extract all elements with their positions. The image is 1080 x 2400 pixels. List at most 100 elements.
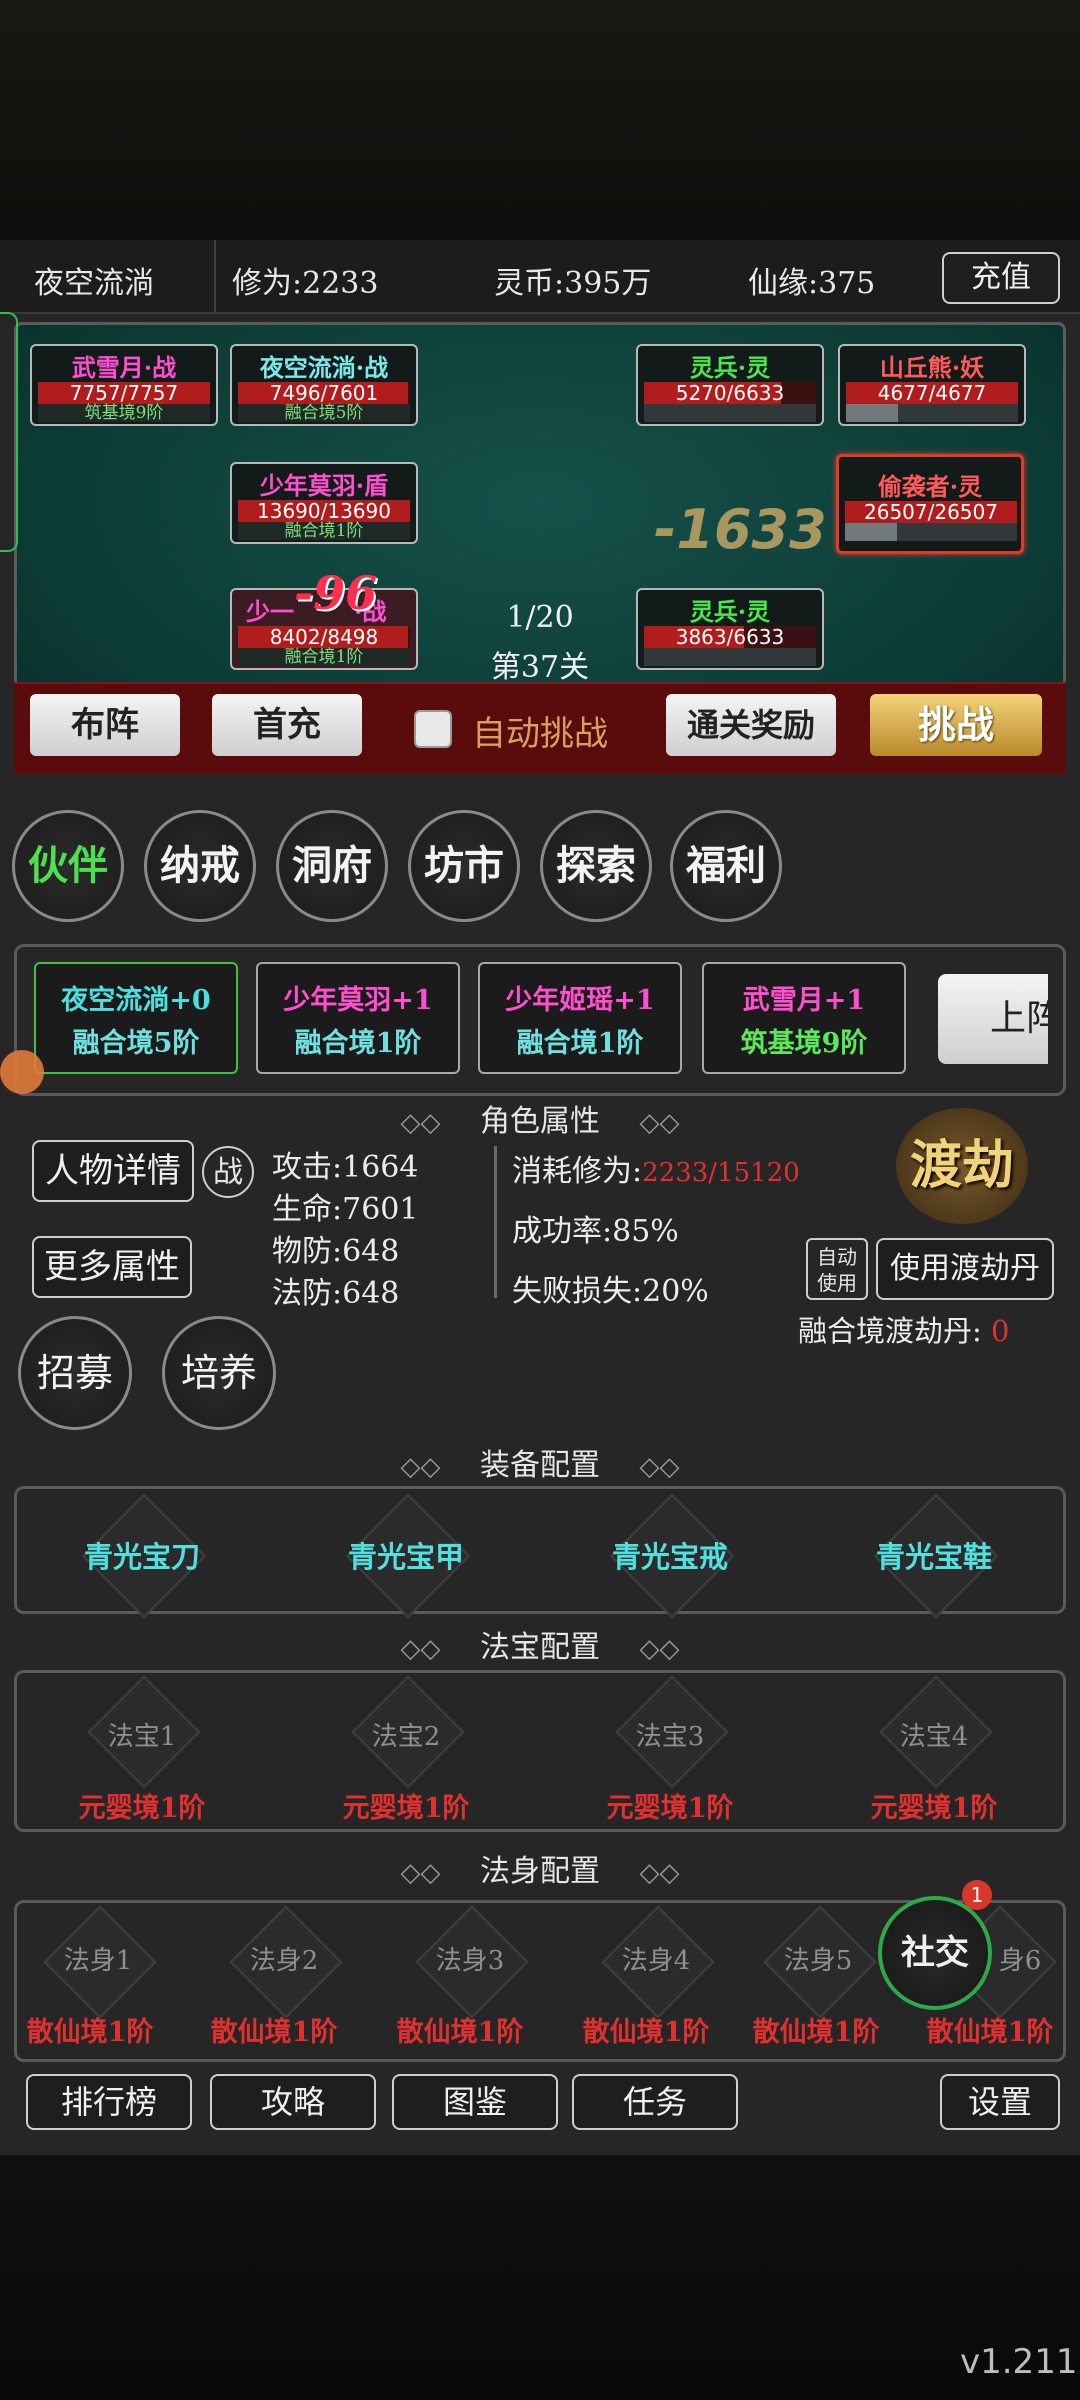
ranking-button[interactable]: 排行榜: [26, 2074, 192, 2130]
equip-name: 青光宝刀: [83, 1540, 200, 1574]
more-attributes-button[interactable]: 更多属性: [32, 1236, 192, 1298]
body-name: 法身5: [783, 1946, 853, 1976]
enemy-unit[interactable]: 山丘熊·妖 4677/4677: [838, 344, 1026, 426]
challenge-button[interactable]: 挑战: [870, 694, 1042, 756]
auto-use-toggle[interactable]: 自动使用: [806, 1238, 868, 1300]
unit-name: 山丘熊·妖: [879, 353, 985, 382]
task-button[interactable]: 任务: [572, 2074, 738, 2130]
team-card[interactable]: 少年莫羽+1 融合境1阶: [256, 962, 460, 1074]
first-charge-button[interactable]: 首充: [212, 694, 362, 756]
unit-realm: 融合境1阶: [238, 522, 410, 540]
attack-stat: 攻击:1664: [272, 1150, 419, 1185]
recruit-button[interactable]: 招募: [18, 1316, 132, 1430]
team-member-name: 少年姬瑶+1: [505, 985, 655, 1016]
hp-text: 26507/26507: [864, 500, 998, 524]
ally-unit[interactable]: 少年莫羽·盾 13690/13690 融合境1阶: [230, 462, 418, 544]
ally-unit[interactable]: 武雪月·战 7757/7757 筑基境9阶: [30, 344, 218, 426]
nav-cave[interactable]: 洞府: [276, 810, 388, 922]
hp-text: 7757/7757: [69, 381, 179, 405]
hp-bar: 26507/26507: [845, 501, 1017, 523]
hp-bar: 13690/13690: [238, 500, 410, 522]
unit-realm: 融合境1阶: [238, 648, 410, 666]
divider: [214, 240, 216, 312]
enemy-unit[interactable]: 灵兵·灵 5270/6633: [636, 344, 824, 426]
ornament-icon: ◇◇: [639, 1452, 680, 1482]
bottom-background: [0, 2155, 1080, 2400]
mp-bar: [644, 404, 816, 422]
ornament-icon: ◇◇: [400, 1634, 441, 1664]
fail-loss: 失败损失:20%: [512, 1274, 709, 1309]
settings-button[interactable]: 设置: [940, 2074, 1060, 2130]
character-detail-button[interactable]: 人物详情: [32, 1140, 194, 1202]
body-realm: 散仙境1阶: [582, 2017, 710, 2048]
damage-number: -96: [294, 566, 378, 620]
nav-welfare[interactable]: 福利: [670, 810, 782, 922]
formation-button[interactable]: 布阵: [30, 694, 180, 756]
section-title: 角色属性: [480, 1104, 600, 1139]
enemy-unit-targeted[interactable]: 偷袭者·灵 26507/26507: [836, 454, 1024, 554]
unit-realm: 筑基境9阶: [38, 404, 210, 422]
team-member-name: 武雪月+1: [742, 985, 866, 1016]
team-member-realm: 融合境1阶: [516, 1028, 644, 1059]
nav-explore[interactable]: 探索: [540, 810, 652, 922]
top-background: [0, 0, 1080, 240]
hp-bar: 7757/7757: [38, 382, 210, 404]
floating-orb-icon[interactable]: [0, 1050, 44, 1094]
ornament-icon: ◇◇: [639, 1108, 680, 1138]
side-tab[interactable]: [0, 312, 18, 552]
section-header-equipment: ◇◇ 装备配置 ◇◇: [0, 1440, 1080, 1484]
body-name: 法身1: [63, 1946, 133, 1976]
ornament-icon: ◇◇: [400, 1858, 441, 1888]
auto-challenge-label: 自动挑战: [472, 714, 608, 754]
train-button[interactable]: 培养: [162, 1316, 276, 1430]
unit-name: 偷袭者·灵: [877, 472, 983, 501]
nav-market[interactable]: 坊市: [408, 810, 520, 922]
clear-reward-button[interactable]: 通关奖励: [666, 694, 836, 756]
tribulation-icon[interactable]: 渡劫: [896, 1108, 1028, 1224]
nav-ring[interactable]: 纳戒: [144, 810, 256, 922]
recharge-button[interactable]: 充值: [942, 252, 1060, 304]
social-button[interactable]: 社交: [878, 1896, 992, 2010]
deploy-button[interactable]: 上阵: [938, 974, 1048, 1064]
team-card[interactable]: 武雪月+1 筑基境9阶: [702, 962, 906, 1074]
wave-counter: 1/20: [506, 600, 574, 635]
cost-row: 消耗修为:2233/15120: [512, 1146, 800, 1190]
pdef-stat: 物防:648: [272, 1234, 400, 1269]
section-header-treasures: ◇◇ 法宝配置 ◇◇: [0, 1622, 1080, 1666]
unit-realm: 融合境5阶: [238, 404, 410, 422]
unit-name-start: 少一: [246, 597, 294, 626]
body-realm: 散仙境1阶: [752, 2017, 880, 2048]
auto-challenge-checkbox[interactable]: [414, 710, 452, 748]
body-realm: 散仙境1阶: [26, 2017, 154, 2048]
life-stat: 生命:7601: [272, 1192, 419, 1227]
hp-bar: 8402/8498: [238, 626, 410, 648]
team-card[interactable]: 少年姬瑶+1 融合境1阶: [478, 962, 682, 1074]
mp-bar: [845, 523, 1017, 541]
use-pill-button[interactable]: 使用渡劫丹: [876, 1238, 1054, 1300]
battle-tag[interactable]: 战: [202, 1146, 254, 1198]
treasure-name: 法宝2: [371, 1722, 441, 1752]
body-realm: 散仙境1阶: [396, 2017, 524, 2048]
body-realm: 散仙境1阶: [926, 2017, 1054, 2048]
guide-button[interactable]: 攻略: [210, 2074, 376, 2130]
mdef-stat: 法防:648: [272, 1276, 400, 1311]
hp-text: 5270/6633: [675, 381, 785, 405]
section-title: 法宝配置: [480, 1630, 600, 1665]
team-card[interactable]: 夜空流淌+0 融合境5阶: [34, 962, 238, 1074]
treasure-realm: 元婴境1阶: [78, 1793, 206, 1824]
nav-partner[interactable]: 伙伴: [12, 810, 124, 922]
equip-name: 青光宝鞋: [875, 1540, 992, 1574]
notification-badge: 1: [962, 1880, 992, 1910]
ally-unit[interactable]: 夜空流淌·战 7496/7601 融合境5阶: [230, 344, 418, 426]
equip-name: 青光宝甲: [347, 1540, 464, 1574]
section-title: 装备配置: [480, 1448, 600, 1483]
enemy-unit[interactable]: 灵兵·灵 3863/6633: [636, 588, 824, 670]
cultivation-value: 修为:2233: [232, 266, 379, 301]
team-member-realm: 筑基境9阶: [740, 1028, 868, 1059]
atlas-button[interactable]: 图鉴: [392, 2074, 558, 2130]
ornament-icon: ◇◇: [400, 1452, 441, 1482]
unit-name: 灵兵·灵: [689, 353, 771, 382]
mp-bar: [846, 404, 1018, 422]
body-name: 法身4: [621, 1946, 691, 1976]
team-member-name: 少年莫羽+1: [283, 985, 433, 1016]
